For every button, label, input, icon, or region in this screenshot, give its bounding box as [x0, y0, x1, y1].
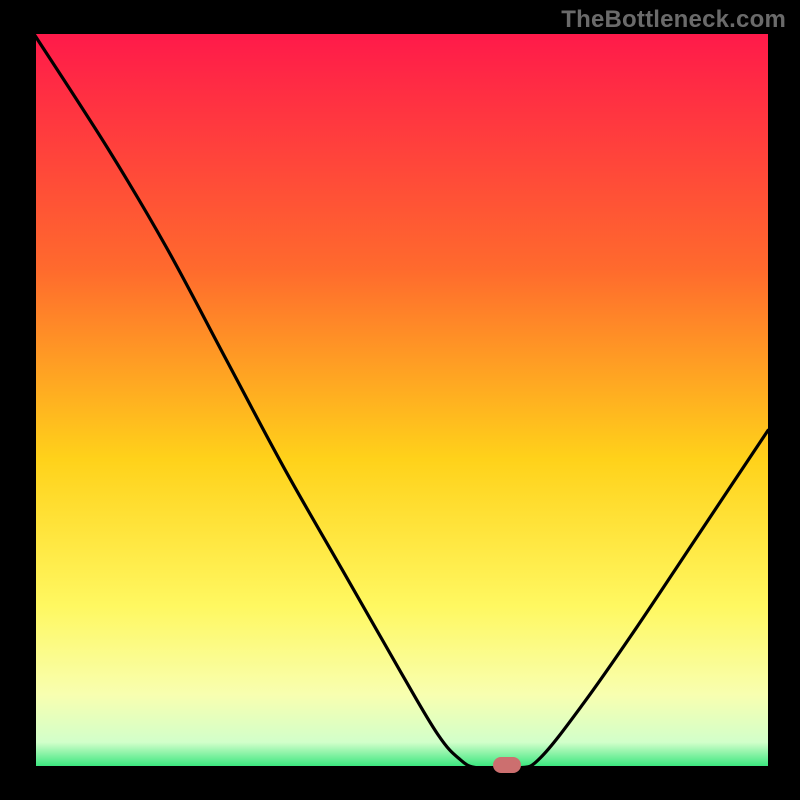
chart-stage: TheBottleneck.com: [0, 0, 800, 800]
plot-background: [34, 34, 768, 768]
bottleneck-plot: [0, 0, 800, 800]
watermark: TheBottleneck.com: [561, 6, 786, 34]
optimal-marker: [493, 757, 521, 773]
